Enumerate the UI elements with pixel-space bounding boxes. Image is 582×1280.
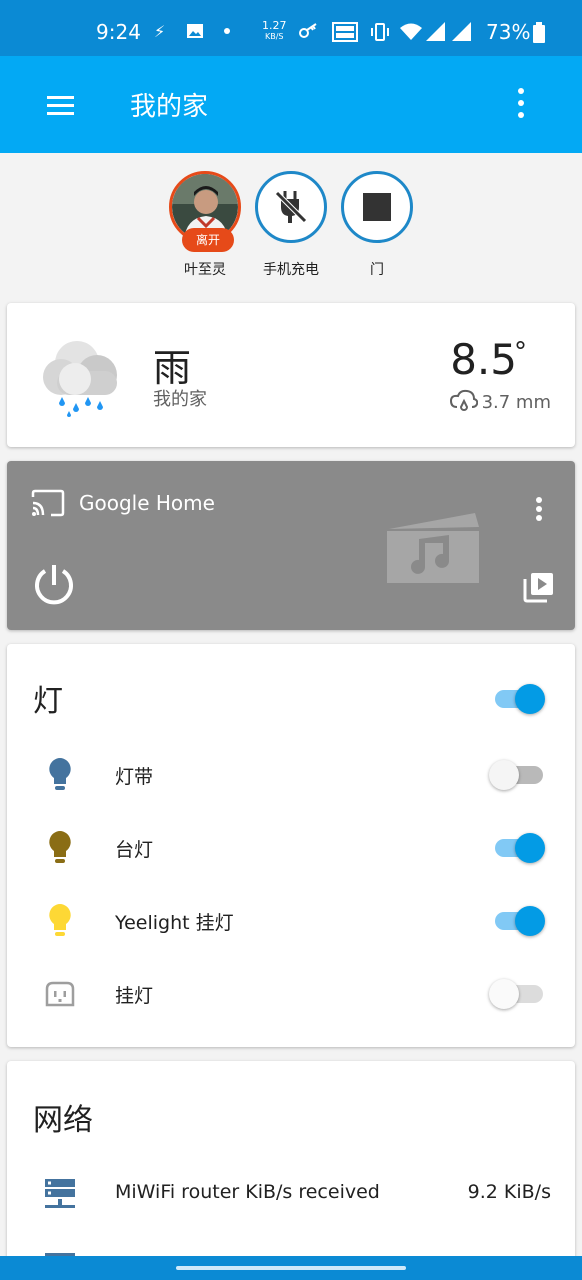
- menu-icon: [47, 96, 74, 99]
- light-label: 挂灯: [115, 985, 154, 1007]
- weather-location: 我的家: [153, 389, 207, 410]
- menu-button[interactable]: [44, 90, 78, 120]
- weather-temperature-unit: °: [514, 337, 527, 367]
- battery-level: 73%: [486, 20, 531, 44]
- light-toggle[interactable]: [489, 975, 549, 1011]
- cast-icon: [31, 489, 65, 517]
- media-browse-button[interactable]: [523, 571, 555, 603]
- badge-circle: [255, 171, 327, 243]
- media-more-button[interactable]: [527, 495, 551, 525]
- vibrate-icon: [370, 22, 390, 47]
- signal-icon-1: [426, 22, 446, 47]
- network-row[interactable]: MiWiFi router KiB/s received 9.2 KiB/s: [7, 1163, 575, 1223]
- network-speed: 1.27 KB/S: [262, 20, 287, 42]
- wifi-icon: [400, 22, 422, 47]
- network-section-title: 网络: [33, 1103, 93, 1138]
- play-box-multiple-icon: [523, 573, 553, 603]
- volte-icon: [332, 22, 358, 47]
- badges-row: 离开 叶至灵 手机充电 门: [0, 153, 582, 303]
- rainy-cloud-icon: [43, 341, 117, 417]
- dot-icon: [222, 22, 232, 45]
- light-label: Yeelight 挂灯: [115, 912, 234, 934]
- weather-card[interactable]: 雨 我的家 8.5 ° 3.7 mm: [7, 303, 575, 447]
- stop-icon: [363, 193, 391, 221]
- lightbulb-icon: [49, 904, 71, 936]
- person-badge[interactable]: 离开 叶至灵: [160, 171, 250, 279]
- power-plug-off-icon: [275, 191, 307, 223]
- network-label: MiWiFi router KiB/s received: [115, 1181, 380, 1203]
- light-row-yeelight[interactable]: Yeelight 挂灯: [7, 890, 575, 950]
- overflow-menu-button[interactable]: [508, 86, 534, 122]
- network-value: 9.2 KiB/s: [467, 1181, 551, 1203]
- key-icon: [298, 22, 320, 45]
- more-vert-icon: [518, 88, 524, 94]
- badge-circle: [341, 171, 413, 243]
- gesture-handle[interactable]: [176, 1266, 406, 1270]
- flash-icon: ⚡: [154, 22, 166, 41]
- light-label: 灯带: [115, 766, 154, 788]
- badge-label: 手机充电: [263, 262, 319, 278]
- lights-master-toggle[interactable]: [489, 680, 549, 716]
- app-title: 我的家: [130, 92, 209, 122]
- light-toggle[interactable]: [489, 756, 549, 792]
- light-label: 台灯: [115, 839, 154, 861]
- precipitation-value: 3.7 mm: [481, 392, 551, 413]
- navigation-bar: [0, 1256, 582, 1280]
- power-button[interactable]: [31, 561, 77, 607]
- battery-icon: [532, 22, 546, 49]
- weather-condition: 雨: [153, 346, 192, 390]
- server-network-icon: [45, 1179, 75, 1208]
- speed-unit: KB/S: [264, 32, 284, 41]
- door-badge[interactable]: 门: [332, 171, 422, 279]
- power-socket-icon: [45, 981, 75, 1007]
- media-player-card[interactable]: Google Home: [7, 461, 575, 630]
- power-icon: [35, 565, 73, 605]
- weather-temperature: 8.5: [450, 335, 517, 384]
- image-icon: [186, 22, 204, 45]
- status-time: 9:24: [96, 20, 141, 44]
- avatar: 离开: [169, 171, 241, 252]
- badge-label: 门: [370, 262, 384, 278]
- status-bar: 9:24 ⚡ 1.27 KB/S 73%: [0, 0, 582, 56]
- weather-precipitation: 3.7 mm: [449, 389, 551, 413]
- app-bar: 我的家: [0, 56, 582, 153]
- movie-music-icon: [387, 513, 479, 583]
- network-card: 网络 MiWiFi router KiB/s received 9.2 KiB/…: [7, 1061, 575, 1280]
- light-toggle[interactable]: [489, 902, 549, 938]
- light-row-hanging[interactable]: 挂灯: [7, 963, 575, 1023]
- status-badge: 离开: [182, 228, 234, 252]
- media-player-name: Google Home: [79, 491, 215, 515]
- lightbulb-icon: [49, 758, 71, 790]
- lightbulb-icon: [49, 831, 71, 863]
- lights-section-title: 灯: [33, 684, 63, 719]
- light-row-desk[interactable]: 台灯: [7, 817, 575, 877]
- lights-card: 灯 灯带 台灯 Yeelight 挂灯 挂灯: [7, 644, 575, 1047]
- charging-badge[interactable]: 手机充电: [246, 171, 336, 279]
- light-toggle[interactable]: [489, 829, 549, 865]
- signal-icon-2: [452, 22, 472, 47]
- more-vert-icon: [536, 497, 542, 521]
- speed-value: 1.27: [262, 19, 287, 32]
- badge-label: 叶至灵: [184, 262, 226, 278]
- light-row-strip[interactable]: 灯带: [7, 744, 575, 804]
- cloud-rain-icon: [449, 389, 478, 411]
